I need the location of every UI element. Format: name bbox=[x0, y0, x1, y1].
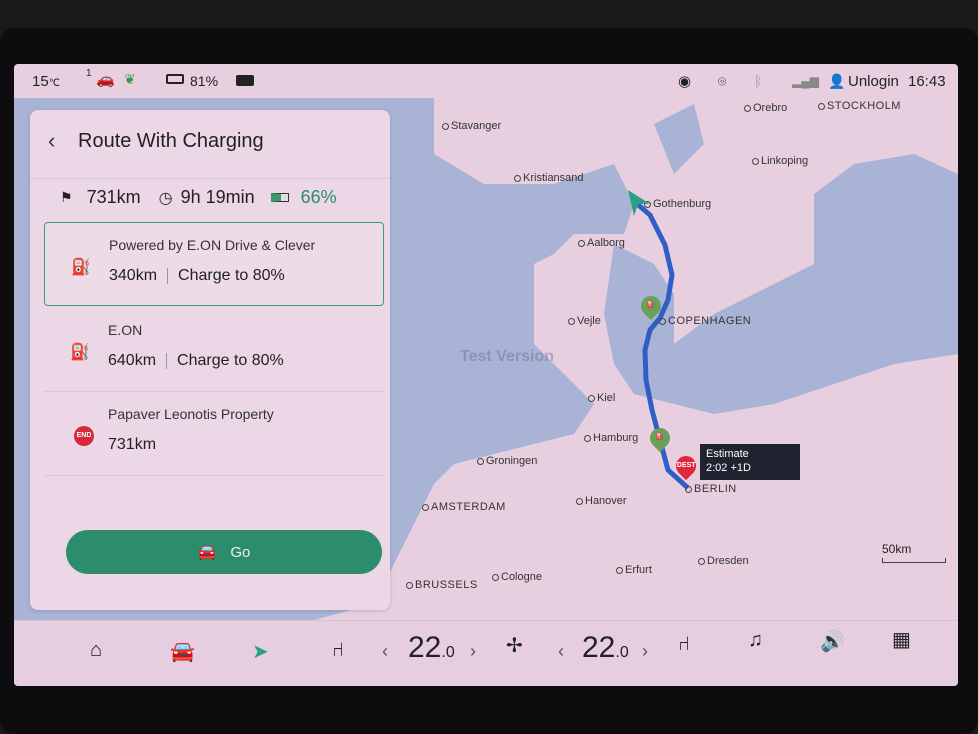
total-distance: 731km bbox=[86, 187, 141, 207]
city-label: Dresden bbox=[698, 555, 749, 567]
outside-temperature: 15℃ bbox=[32, 72, 60, 90]
home-icon[interactable]: ⌂ bbox=[90, 639, 102, 662]
baltic-sea bbox=[604, 154, 958, 414]
user-icon[interactable]: 👤 bbox=[828, 73, 845, 90]
battery-icon bbox=[166, 74, 184, 84]
city-label: Hanover bbox=[576, 495, 627, 507]
stop-distance: 731km bbox=[108, 436, 157, 453]
city-label: Stavanger bbox=[442, 120, 501, 132]
route-panel: ‹ Route With Charging ⚑ 731km ◷ 9h 19min… bbox=[30, 110, 390, 610]
stop-details: 640km Charge to 80% bbox=[108, 352, 284, 369]
stop-name: E.ON bbox=[108, 322, 143, 338]
bluetooth-icon[interactable]: ᛒ bbox=[754, 73, 762, 89]
car-icon[interactable]: 🚘 bbox=[170, 639, 195, 664]
signal-icon: ▂▄▆ bbox=[792, 74, 819, 88]
city-label: COPENHAGEN bbox=[659, 315, 751, 327]
arrival-battery: 66% bbox=[300, 187, 337, 207]
panel-title: Route With Charging bbox=[78, 130, 264, 152]
battery-level: 81% bbox=[190, 73, 219, 89]
city-label: STOCKHOLM bbox=[818, 100, 901, 112]
seat-left-icon[interactable]: ⑁ bbox=[332, 639, 344, 662]
bottom-dock: ⌂ 🚘 ➤ ⑁ ‹ 22.0 › ✢ ‹ 22.0 › ⑁ ♫ 🔊 ▦ bbox=[14, 620, 958, 686]
clock: 16:43 bbox=[908, 72, 946, 90]
end-marker-icon: END bbox=[74, 426, 94, 446]
fan-icon[interactable]: ✢ bbox=[506, 633, 523, 658]
city-label: Aalborg bbox=[578, 237, 625, 249]
city-label: Kiel bbox=[588, 392, 615, 404]
music-icon[interactable]: ♫ bbox=[748, 629, 763, 652]
gear-indicator: 1 bbox=[86, 68, 92, 79]
battery-icon bbox=[270, 193, 289, 202]
estimate-label: Estimate bbox=[706, 448, 749, 460]
city-label: Orebro bbox=[744, 102, 787, 114]
current-position-arrow-icon bbox=[628, 190, 650, 216]
back-button[interactable]: ‹ bbox=[48, 128, 55, 154]
test-version-watermark: Test Version bbox=[460, 348, 554, 365]
city-label: BERLIN bbox=[685, 483, 737, 495]
eco-leaf-icon: ❦ bbox=[124, 71, 136, 87]
estimate-tooltip: Estimate 2:02 +1D bbox=[700, 444, 800, 480]
destination-item[interactable]: END Papaver Leonotis Property 731km bbox=[44, 392, 384, 476]
left-temperature: 22.0 bbox=[408, 631, 455, 664]
city-label: Linkoping bbox=[752, 155, 808, 167]
estimate-time: 2:02 +1D bbox=[706, 462, 751, 474]
volume-icon[interactable]: 🔊 bbox=[820, 629, 845, 654]
right-temperature: 22.0 bbox=[582, 631, 629, 664]
city-label: Cologne bbox=[492, 571, 542, 583]
map-scale: 50km bbox=[882, 542, 946, 563]
charging-station-icon: ⛽ bbox=[71, 259, 91, 276]
flag-icon: ⚑ bbox=[60, 189, 73, 205]
navigation-icon[interactable]: ➤ bbox=[252, 639, 269, 664]
route-summary: ⚑ 731km ◷ 9h 19min 66% bbox=[30, 178, 390, 216]
car-icon: 🚘 bbox=[197, 544, 217, 561]
right-temp-down-button[interactable]: ‹ bbox=[558, 641, 564, 662]
charging-station-icon: ⛽ bbox=[70, 344, 90, 361]
go-label: Go bbox=[230, 543, 251, 561]
city-label: Groningen bbox=[477, 455, 537, 467]
apps-grid-icon[interactable]: ▦ bbox=[892, 627, 911, 652]
city-label: Kristiansand bbox=[514, 172, 584, 184]
status-bar: 15℃ 1 🚗 ❦ 81% ◉ ⌾ ᛒ ▂▄▆ 👤 Unlogin 16:43 bbox=[14, 64, 958, 98]
total-duration: 9h 19min bbox=[180, 187, 255, 207]
hotspot-icon[interactable]: ◉ bbox=[678, 72, 691, 90]
infotainment-screen: Test Version Stavanger Orebro STOCKHOLM … bbox=[14, 64, 958, 686]
car-charging-icon: 🚗 bbox=[96, 71, 115, 88]
right-temp-up-button[interactable]: › bbox=[642, 641, 648, 662]
charging-stop-item[interactable]: ⛽ Powered by E.ON Drive & Clever 340km Ch… bbox=[44, 222, 384, 306]
city-label: Gothenburg bbox=[644, 198, 711, 210]
user-login-status[interactable]: Unlogin bbox=[848, 73, 899, 90]
city-label: Erfurt bbox=[616, 564, 652, 576]
go-button[interactable]: 🚘 Go bbox=[66, 530, 382, 574]
lake bbox=[654, 104, 704, 174]
stop-name: Papaver Leonotis Property bbox=[108, 406, 274, 422]
location-icon[interactable]: ⌾ bbox=[718, 73, 726, 90]
camera-icon bbox=[236, 75, 254, 86]
city-label: AMSTERDAM bbox=[422, 501, 506, 513]
stop-details: 340km Charge to 80% bbox=[109, 267, 285, 284]
seat-right-icon[interactable]: ⑁ bbox=[678, 633, 690, 656]
city-label: Hamburg bbox=[584, 432, 638, 444]
clock-icon: ◷ bbox=[158, 189, 173, 207]
left-temp-up-button[interactable]: › bbox=[470, 641, 476, 662]
charging-stop-item[interactable]: ⛽ E.ON 640km Charge to 80% bbox=[44, 308, 384, 392]
city-label: Vejle bbox=[568, 315, 601, 327]
stop-name: Powered by E.ON Drive & Clever bbox=[109, 237, 316, 253]
city-label: BRUSSELS bbox=[406, 579, 478, 591]
left-temp-down-button[interactable]: ‹ bbox=[382, 641, 388, 662]
